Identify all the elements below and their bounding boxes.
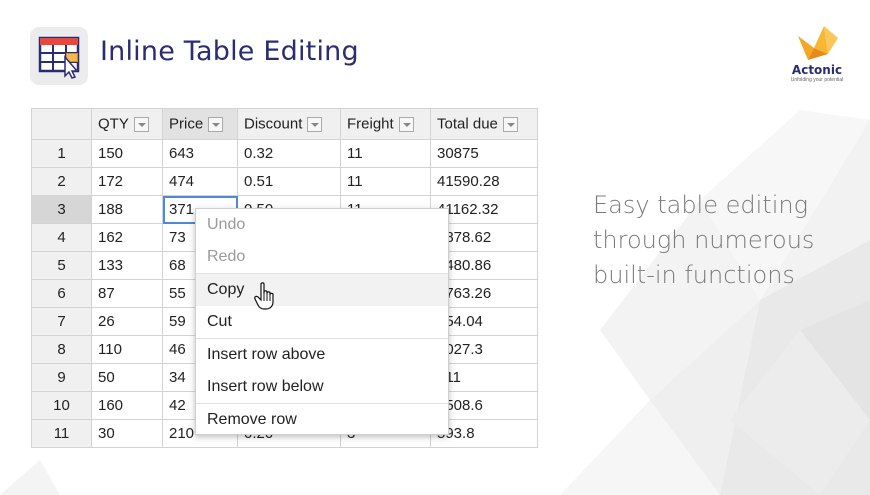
table-cell[interactable]: 110 (91, 335, 163, 364)
table-cell[interactable]: 0.32 (237, 139, 341, 168)
table-cell[interactable]: 188 (91, 195, 163, 224)
row-header[interactable]: 3 (31, 195, 92, 224)
column-header-qty[interactable]: QTY (91, 108, 163, 140)
feature-tagline: Easy table editing through numerous buil… (593, 188, 853, 293)
row-header[interactable]: 4 (31, 223, 92, 252)
brand-logo-block: Actonic Unfolding your potential (776, 24, 858, 90)
column-header-label: Price (169, 115, 204, 133)
table-cursor-icon (30, 27, 88, 85)
corner-cell[interactable] (31, 108, 92, 140)
tagline-line: built-in functions (593, 261, 795, 289)
filter-dropdown-icon[interactable] (398, 116, 414, 132)
brand-tagline: Unfolding your potential (790, 77, 844, 83)
table-cell[interactable]: 41590.28 (430, 167, 538, 196)
table-cell[interactable]: 133 (91, 251, 163, 280)
tagline-line: through numerous (593, 226, 815, 254)
row-header[interactable]: 7 (31, 307, 92, 336)
page-title: Inline Table Editing (100, 36, 359, 67)
table-header-row: QTY Price Discount Freight Total due (31, 108, 538, 140)
row-header[interactable]: 11 (31, 419, 92, 448)
menu-item-label: Copy (207, 281, 245, 298)
column-header-price[interactable]: Price (162, 108, 238, 140)
menu-item-remove-row[interactable]: Remove row (196, 404, 448, 436)
table-cell[interactable]: 30 (91, 419, 163, 448)
column-header-label: Discount (244, 115, 303, 133)
table-cell[interactable]: 0.51 (237, 167, 341, 196)
filter-dropdown-icon[interactable] (502, 116, 518, 132)
filter-dropdown-icon[interactable] (208, 116, 224, 132)
table-cell[interactable]: 150 (91, 139, 163, 168)
tagline-line: Easy table editing (593, 191, 808, 219)
table-cell[interactable]: 30875 (430, 139, 538, 168)
column-header-label: Freight (347, 115, 394, 133)
table-cell[interactable]: 474 (162, 167, 238, 196)
menu-item-copy[interactable]: Copy (196, 274, 448, 310)
column-header-total-due[interactable]: Total due (430, 108, 538, 140)
menu-item-insert-row-above[interactable]: Insert row above (196, 339, 448, 371)
column-header-label: Total due (437, 115, 498, 133)
table-cell[interactable]: 11 (340, 167, 431, 196)
table-cell[interactable]: 160 (91, 391, 163, 420)
origami-bird-logo (798, 26, 838, 60)
menu-item-undo[interactable]: Undo (196, 209, 448, 241)
column-header-label: QTY (98, 115, 129, 133)
table-cell[interactable]: 87 (91, 279, 163, 308)
filter-dropdown-icon[interactable] (133, 116, 149, 132)
row-header[interactable]: 1 (31, 139, 92, 168)
row-header[interactable]: 6 (31, 279, 92, 308)
table-cell[interactable]: 26 (91, 307, 163, 336)
table-row: 1 150 643 0.32 11 30875 (31, 139, 538, 168)
row-header[interactable]: 9 (31, 363, 92, 392)
menu-item-insert-row-below[interactable]: Insert row below (196, 371, 448, 403)
filter-dropdown-icon[interactable] (307, 116, 323, 132)
table-cell[interactable]: 50 (91, 363, 163, 392)
row-header[interactable]: 5 (31, 251, 92, 280)
table-cell[interactable]: 172 (91, 167, 163, 196)
column-header-discount[interactable]: Discount (237, 108, 341, 140)
table-cell[interactable]: 643 (162, 139, 238, 168)
context-menu: Undo Redo Copy Cut Insert row above Inse… (195, 208, 449, 435)
column-header-freight[interactable]: Freight (340, 108, 431, 140)
row-header[interactable]: 2 (31, 167, 92, 196)
menu-item-cut[interactable]: Cut (196, 306, 448, 338)
table-row: 2 172 474 0.51 11 41590.28 (31, 167, 538, 196)
table-cell[interactable]: 11 (340, 139, 431, 168)
row-header[interactable]: 10 (31, 391, 92, 420)
row-header[interactable]: 8 (31, 335, 92, 364)
table-cell[interactable]: 162 (91, 223, 163, 252)
menu-item-redo[interactable]: Redo (196, 241, 448, 273)
brand-name: Actonic (791, 63, 843, 77)
